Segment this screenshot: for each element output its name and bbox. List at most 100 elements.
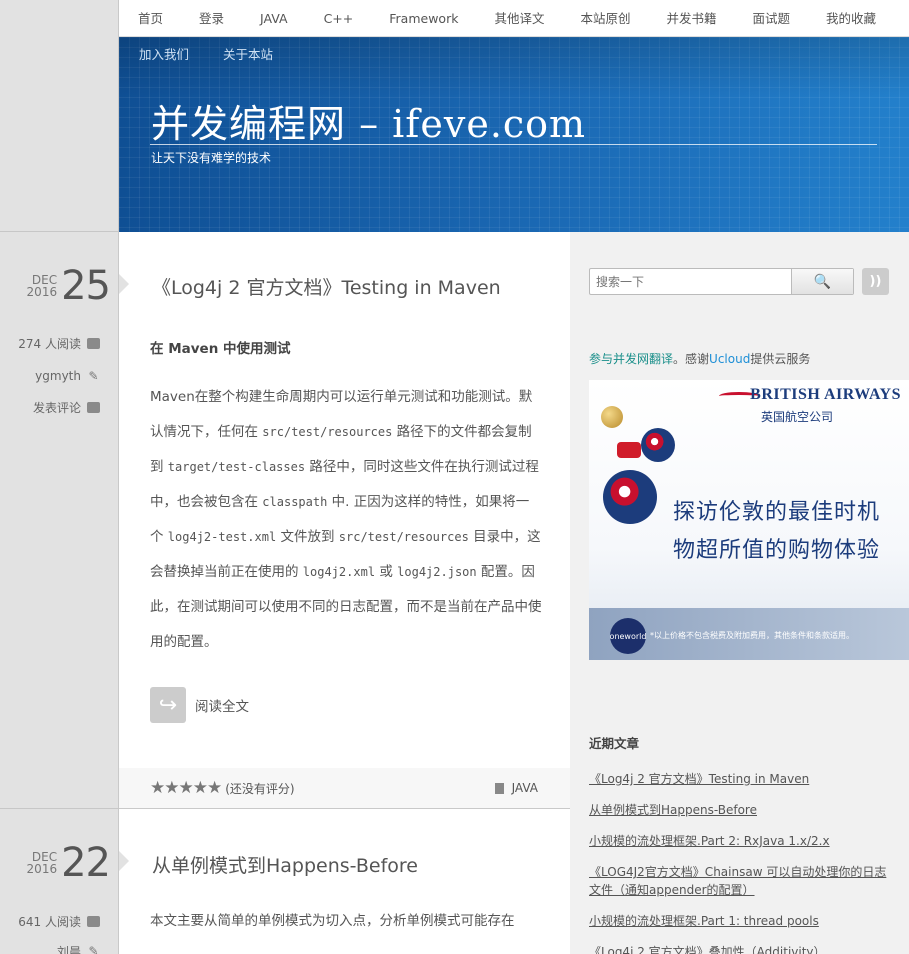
star-icon[interactable]: ★: [150, 779, 165, 797]
nav-item-interview[interactable]: 面试题: [742, 0, 802, 37]
comment-bubble-icon: [87, 402, 100, 413]
post-title[interactable]: 从单例模式到Happens-Before: [152, 851, 418, 878]
code-term: classpath: [262, 495, 328, 509]
recent-posts-title: 近期文章: [589, 736, 640, 751]
post-read-count: 274 人阅读: [0, 335, 100, 352]
nav-item-java[interactable]: JAVA: [249, 0, 299, 37]
category-label[interactable]: JAVA: [512, 781, 538, 795]
site-banner: 加入我们 关于本站 并发编程网 – ifeve.com 让天下没有难学的技术: [119, 37, 909, 232]
sub-navigation: 加入我们 关于本站: [131, 37, 299, 69]
post-author[interactable]: 刘晨 ✎: [0, 943, 100, 954]
pencil-icon: ✎: [88, 368, 99, 383]
post-read-count: 641 人阅读: [0, 913, 100, 930]
post-date: DEC 2016 22: [0, 840, 111, 886]
post-excerpt: Maven在整个构建生命周期内可以运行单元测试和功能测试。默认情况下，任何在 s…: [150, 389, 542, 650]
rating-text: (还没有评分): [225, 781, 295, 796]
rss-icon: )): [869, 274, 882, 289]
recent-post-link[interactable]: 《Log4j 2 官方文档》Testing in Maven: [589, 772, 809, 786]
share-arrow-icon[interactable]: ↪: [150, 687, 186, 723]
search-icon: 🔍: [813, 273, 832, 290]
ad-headline-2: 物超所值的购物体验: [673, 538, 881, 563]
list-item: 小规模的流处理框架.Part 1: thread pools: [589, 912, 889, 930]
recent-post-link[interactable]: 小规模的流处理框架.Part 2: RxJava 1.x/2.x: [589, 834, 830, 848]
nav-item-other-translations[interactable]: 其他译文: [483, 0, 555, 37]
recent-posts-list: 《Log4j 2 官方文档》Testing in Maven 从单例模式到Hap…: [589, 770, 889, 954]
author-name[interactable]: ygmyth: [35, 369, 81, 383]
sponsor-credit: 参与并发网翻译。感谢Ucloud提供云服务: [589, 352, 811, 366]
nav-item-join[interactable]: 加入我们: [131, 44, 197, 63]
post-author[interactable]: ygmyth ✎: [0, 369, 100, 383]
rating-stars[interactable]: ★ ★ ★ ★ ★: [150, 779, 222, 797]
star-icon[interactable]: ★: [164, 779, 179, 797]
post-title[interactable]: 《Log4j 2 官方文档》Testing in Maven: [152, 273, 501, 300]
post-year: 2016: [26, 285, 58, 299]
code-path: target/test-classes: [167, 460, 306, 474]
comment-bubble-icon: [87, 916, 100, 927]
star-icon[interactable]: ★: [179, 779, 194, 797]
nav-item-cpp[interactable]: C++: [313, 0, 365, 37]
recent-post-link[interactable]: 《Log4j 2 官方文档》叠加性（Additivity）: [589, 945, 826, 954]
post-date-month-year: DEC 2016: [27, 274, 58, 298]
comment-label[interactable]: 发表评论: [33, 399, 81, 416]
ad-brand-cn: 英国航空公司: [761, 410, 834, 424]
post-pointer: [119, 274, 129, 294]
list-item: 小规模的流处理框架.Part 2: RxJava 1.x/2.x: [589, 832, 889, 850]
list-item: 《Log4j 2 官方文档》叠加性（Additivity）: [589, 943, 889, 954]
nav-item-favorites[interactable]: 我的收藏: [815, 0, 887, 37]
search-button[interactable]: 🔍: [791, 269, 853, 294]
ucloud-link[interactable]: Ucloud: [709, 352, 750, 366]
top-navigation: 首页 登录 JAVA C++ Framework 其他译文 本站原创 并发书籍 …: [119, 0, 909, 37]
rss-feed-button[interactable]: )): [862, 268, 889, 295]
left-date-column: [0, 0, 119, 954]
comment-bubble-icon: [87, 338, 100, 349]
read-more-link[interactable]: ↪ 阅读全文: [150, 687, 249, 723]
red-bow-icon: [617, 442, 641, 458]
code-file: log4j2.xml: [302, 565, 376, 579]
gold-ornament-icon: [601, 406, 623, 428]
nav-item-about[interactable]: 关于本站: [215, 44, 281, 63]
post-subheading: 在 Maven 中使用测试: [150, 341, 291, 357]
search-box: 🔍: [589, 268, 854, 295]
site-tagline: 让天下没有难学的技术: [151, 151, 272, 165]
recent-post-link[interactable]: 从单例模式到Happens-Before: [589, 803, 757, 817]
translate-link[interactable]: 参与并发网翻译: [589, 352, 673, 366]
list-item: 从单例模式到Happens-Before: [589, 801, 889, 819]
site-title[interactable]: 并发编程网 – ifeve.com: [151, 93, 586, 148]
code-file: log4j2-test.xml: [167, 530, 277, 544]
ad-fine-print: *以上价格不包含税费及附加费用，其他条件和条款适用。: [650, 631, 854, 640]
search-input[interactable]: [590, 269, 790, 294]
post-day: 25: [61, 263, 111, 309]
nav-item-home[interactable]: 首页: [127, 0, 174, 37]
post-category[interactable]: JAVA: [494, 781, 538, 795]
recent-post-link[interactable]: 小规模的流处理框架.Part 1: thread pools: [589, 914, 819, 928]
pencil-icon: ✎: [88, 944, 99, 954]
code-path: src/test/resources: [262, 425, 393, 439]
read-more-label[interactable]: 阅读全文: [195, 695, 249, 715]
post-comment-link[interactable]: 发表评论: [0, 399, 100, 416]
recent-post-link[interactable]: 《LOG4J2官方文档》Chainsaw 可以自动处理你的日志文件（通知appe…: [589, 865, 886, 897]
nav-item-framework[interactable]: Framework: [378, 0, 469, 37]
post-footer: ★ ★ ★ ★ ★ (还没有评分) JAVA: [119, 768, 570, 809]
list-item: 《LOG4J2官方文档》Chainsaw 可以自动处理你的日志文件（通知appe…: [589, 863, 889, 899]
union-jack-ornament-icon: [603, 470, 657, 524]
divider: [0, 808, 119, 809]
post-date-month-year: DEC 2016: [27, 851, 58, 875]
star-icon[interactable]: ★: [207, 779, 222, 797]
union-jack-ornament-icon: [641, 428, 675, 462]
code-file: log4j2.json: [397, 565, 477, 579]
code-path: src/test/resources: [338, 530, 469, 544]
post-year: 2016: [26, 862, 58, 876]
read-count-label: 641 人阅读: [18, 915, 81, 929]
nav-item-books[interactable]: 并发书籍: [655, 0, 727, 37]
divider: [0, 231, 119, 232]
post-day: 22: [61, 840, 111, 886]
read-count-label: 274 人阅读: [18, 337, 81, 351]
advertisement-banner[interactable]: BRITISH AIRWAYS 英国航空公司 探访伦敦的最佳时机 物超所值的购物…: [589, 380, 909, 660]
star-icon[interactable]: ★: [193, 779, 208, 797]
nav-item-login[interactable]: 登录: [188, 0, 235, 37]
list-item: 《Log4j 2 官方文档》Testing in Maven: [589, 770, 889, 788]
nav-item-original[interactable]: 本站原创: [569, 0, 641, 37]
post-pointer: [119, 851, 129, 871]
title-rule: [150, 144, 877, 145]
author-name[interactable]: 刘晨: [57, 943, 81, 954]
